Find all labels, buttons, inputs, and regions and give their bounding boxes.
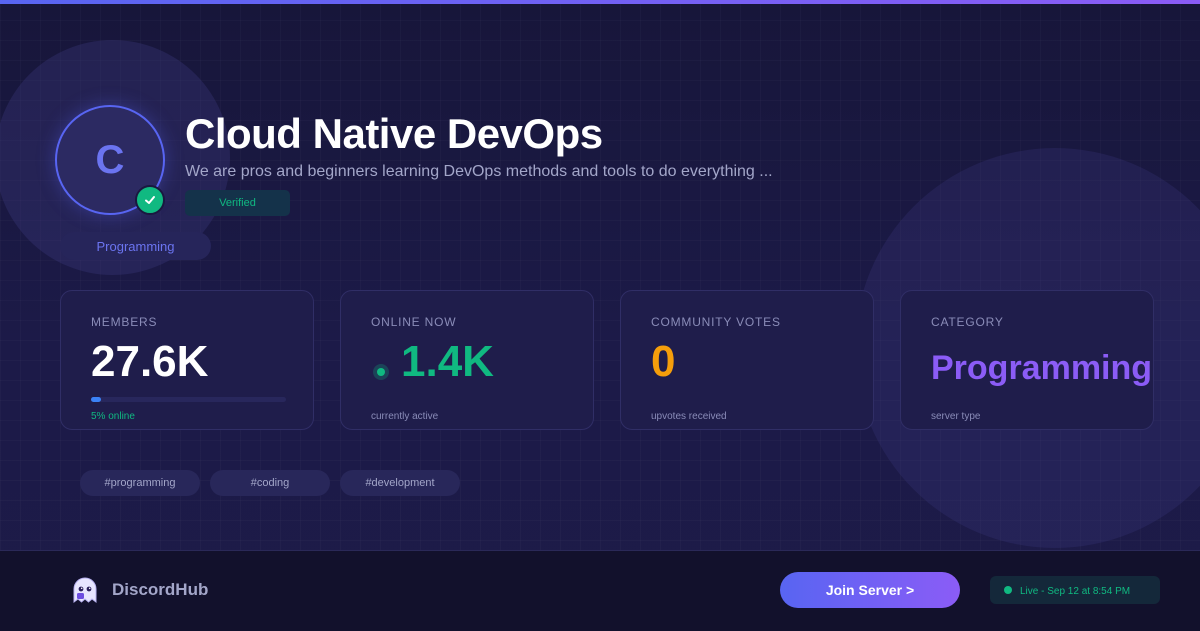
server-description: We are pros and beginners learning DevOp… — [185, 163, 773, 180]
verified-badge: Verified — [185, 190, 290, 216]
dot-icon — [373, 364, 389, 380]
live-timestamp: Live - Sep 12 at 8:54 PM — [1020, 586, 1131, 597]
live-dot-icon — [1004, 586, 1012, 594]
category-pill: Programming — [60, 232, 211, 260]
online-card: ONLINE NOW 1.4K currently active — [340, 290, 594, 430]
online-label: ONLINE NOW — [371, 315, 457, 329]
online-sub: currently active — [371, 411, 439, 422]
members-label: MEMBERS — [91, 315, 158, 329]
live-status-badge: Live - Sep 12 at 8:54 PM — [990, 576, 1160, 604]
top-accent-bar — [0, 0, 1200, 4]
category-card: CATEGORY Programming server type — [900, 290, 1154, 430]
members-online-percent: 5% online — [91, 411, 135, 422]
check-icon — [135, 185, 165, 215]
online-value: 1.4K — [401, 337, 494, 386]
category-value: Programming — [931, 349, 1153, 387]
members-value: 27.6K — [91, 337, 209, 386]
votes-value: 0 — [651, 337, 676, 386]
votes-label: COMMUNITY VOTES — [651, 315, 781, 329]
category-label: CATEGORY — [931, 315, 1004, 329]
online-progress-bar — [91, 397, 286, 402]
ghost-icon — [70, 575, 100, 605]
online-progress-fill — [91, 397, 101, 402]
brand-name[interactable]: DiscordHub — [112, 580, 208, 600]
tag-coding[interactable]: #coding — [210, 470, 330, 496]
tag-development[interactable]: #development — [340, 470, 460, 496]
server-name: Cloud Native DevOps — [185, 110, 603, 157]
tag-programming[interactable]: #programming — [80, 470, 200, 496]
votes-card: COMMUNITY VOTES 0 upvotes received — [620, 290, 874, 430]
members-card: MEMBERS 27.6K 5% online — [60, 290, 314, 430]
join-server-button[interactable]: Join Server > — [780, 572, 960, 608]
votes-sub: upvotes received — [651, 411, 727, 422]
category-sub: server type — [931, 411, 981, 422]
